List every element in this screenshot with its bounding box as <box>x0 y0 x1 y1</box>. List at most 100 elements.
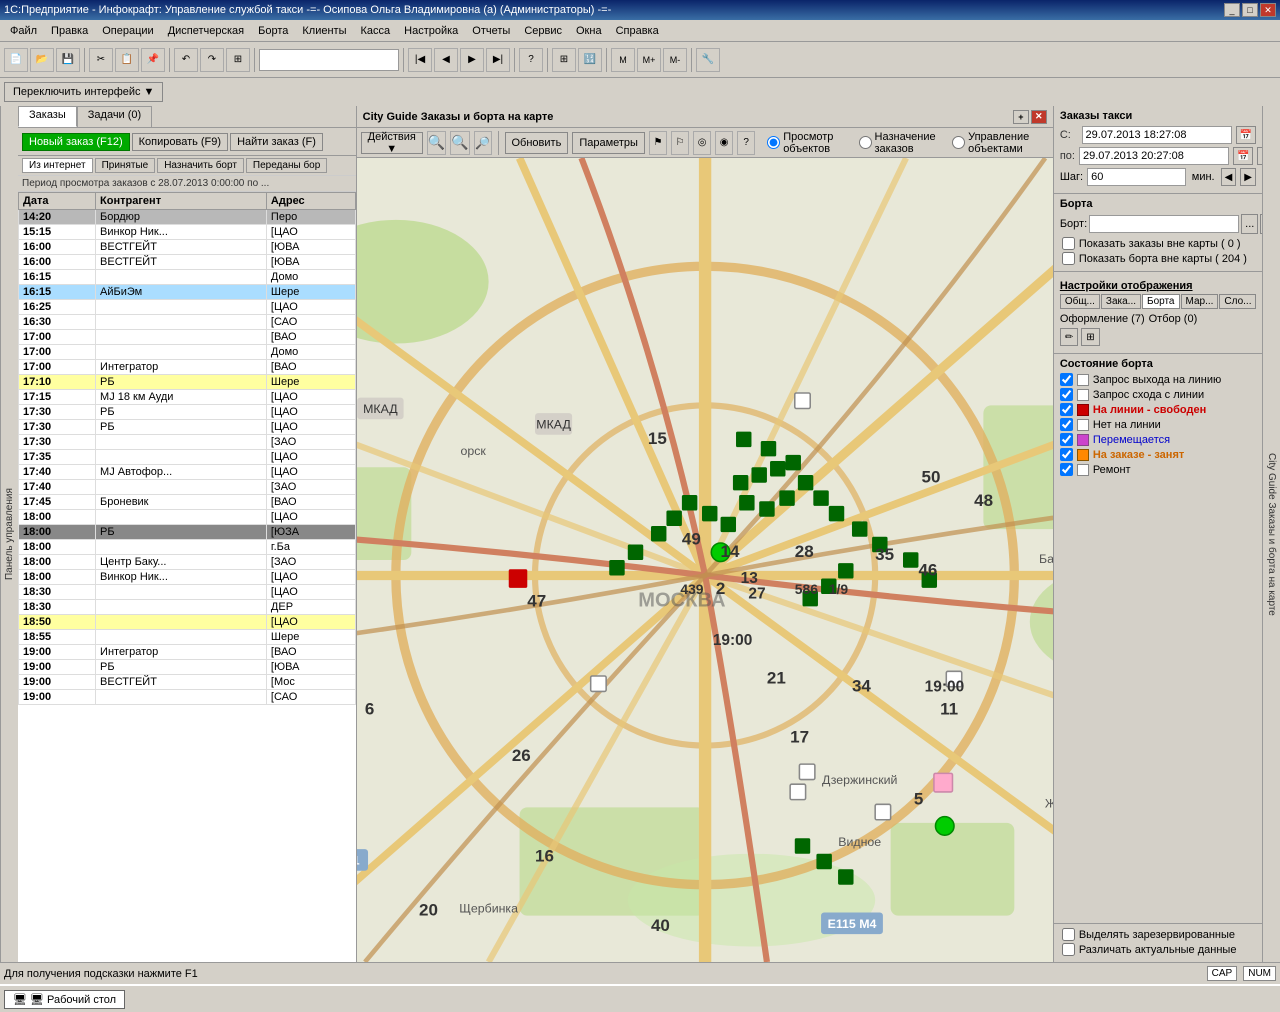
to-date-input[interactable] <box>1079 147 1229 165</box>
table-row[interactable]: 17:30РБ[ЦАО <box>19 405 356 420</box>
toolbar-new[interactable]: 📄 <box>4 48 28 72</box>
radio-assign[interactable]: Назначение заказов <box>859 131 945 155</box>
toolbar-help[interactable]: ? <box>519 48 543 72</box>
table-row[interactable]: 17:00Домо <box>19 345 356 360</box>
radio-manage[interactable]: Управление объектами <box>952 131 1049 155</box>
table-row[interactable]: 17:40[ЗАО <box>19 480 356 495</box>
sub-tab-accepted[interactable]: Принятые <box>95 158 156 173</box>
distinguish-actual-check[interactable] <box>1062 943 1075 956</box>
toolbar-redo[interactable]: ↷ <box>200 48 224 72</box>
menu-settings[interactable]: Настройка <box>398 23 464 39</box>
menu-boards[interactable]: Борта <box>252 23 294 39</box>
table-row[interactable]: 18:00г.Ба <box>19 540 356 555</box>
map-tool3[interactable]: ◎ <box>693 131 711 155</box>
toolbar-paste[interactable]: 📌 <box>141 48 165 72</box>
legend-check-4[interactable] <box>1060 433 1073 446</box>
table-row[interactable]: 19:00ВЕСТГЕЙТ[Мос <box>19 675 356 690</box>
col-date[interactable]: Дата <box>19 193 96 210</box>
actions-btn[interactable]: Действия ▼ <box>361 132 423 154</box>
disp-tab-orders[interactable]: Зака... <box>1101 294 1141 309</box>
order-table-container[interactable]: Дата Контрагент Адрес 14:20БордюрПеро15:… <box>18 192 356 962</box>
maximize-btn[interactable]: □ <box>1242 3 1258 17</box>
toolbar-open[interactable]: 📂 <box>30 48 54 72</box>
toolbar-nav4[interactable]: ▶| <box>486 48 510 72</box>
minimize-btn[interactable]: _ <box>1224 3 1240 17</box>
toolbar-m3[interactable]: M- <box>663 48 687 72</box>
toolbar-grid[interactable]: ⊞ <box>552 48 576 72</box>
table-row[interactable]: 19:00[САО <box>19 690 356 705</box>
menu-dispatch[interactable]: Диспетчерская <box>162 23 250 39</box>
sub-tab-assign[interactable]: Назначить борт <box>157 158 244 173</box>
edit-pencil-btn[interactable]: ✏ <box>1060 328 1078 346</box>
map-tool2[interactable]: ⚐ <box>671 131 689 155</box>
sub-tab-internet[interactable]: Из интернет <box>22 158 93 173</box>
table-row[interactable]: 16:00ВЕСТГЕЙТ[ЮВА <box>19 240 356 255</box>
table-row[interactable]: 18:30ДЕР <box>19 600 356 615</box>
toolbar-save[interactable]: 💾 <box>56 48 80 72</box>
find-order-btn[interactable]: Найти заказ (F) <box>230 133 323 151</box>
table-row[interactable]: 17:30РБ[ЦАО <box>19 420 356 435</box>
col-contractor[interactable]: Контрагент <box>96 193 267 210</box>
table-row[interactable]: 16:15Домо <box>19 270 356 285</box>
disp-tab-layers[interactable]: Сло... <box>1219 294 1256 309</box>
table-row[interactable]: 14:20БордюрПеро <box>19 210 356 225</box>
table-row[interactable]: 16:15АйБиЭмШере <box>19 285 356 300</box>
menu-windows[interactable]: Окна <box>570 23 608 39</box>
sub-tab-transferred[interactable]: Переданы бор <box>246 158 327 173</box>
table-row[interactable]: 17:10РБШере <box>19 375 356 390</box>
edit-table-btn[interactable]: ⊞ <box>1081 328 1099 346</box>
legend-check-6[interactable] <box>1060 463 1073 476</box>
step-prev-btn[interactable]: ◀ <box>1221 168 1237 186</box>
table-row[interactable]: 18:50[ЦАО <box>19 615 356 630</box>
map-plus-btn[interactable]: + <box>1013 110 1029 124</box>
table-row[interactable]: 18:00Центр Баку...[ЗАО <box>19 555 356 570</box>
table-row[interactable]: 17:30[ЗАО <box>19 435 356 450</box>
table-row[interactable]: 19:00РБ[ЮВА <box>19 660 356 675</box>
close-btn[interactable]: ✕ <box>1260 3 1276 17</box>
legend-check-5[interactable] <box>1060 448 1073 461</box>
table-row[interactable]: 18:00[ЦАО <box>19 510 356 525</box>
legend-check-3[interactable] <box>1060 418 1073 431</box>
menu-operations[interactable]: Операции <box>96 23 159 39</box>
map-zoom-out[interactable]: 🔍 <box>450 131 469 155</box>
menu-service[interactable]: Сервис <box>518 23 568 39</box>
menu-help[interactable]: Справка <box>610 23 665 39</box>
toolbar-search-input[interactable] <box>259 49 399 71</box>
legend-check-1[interactable] <box>1060 388 1073 401</box>
toolbar-nav2[interactable]: ◀ <box>434 48 458 72</box>
bort-input[interactable] <box>1089 215 1239 233</box>
disp-tab-general[interactable]: Общ... <box>1060 294 1100 309</box>
map-close-btn[interactable]: ✕ <box>1031 110 1047 124</box>
table-row[interactable]: 17:00Интегратор[ВАО <box>19 360 356 375</box>
toolbar-copy[interactable]: 📋 <box>115 48 139 72</box>
from-calendar-btn[interactable]: 📅 <box>1236 126 1256 144</box>
from-date-input[interactable] <box>1082 126 1232 144</box>
table-row[interactable]: 18:55Шере <box>19 630 356 645</box>
menu-file[interactable]: Файл <box>4 23 43 39</box>
toolbar-undo[interactable]: ↶ <box>174 48 198 72</box>
toolbar-calc[interactable]: 🔢 <box>578 48 602 72</box>
disp-tab-routes[interactable]: Мар... <box>1181 294 1219 309</box>
table-row[interactable]: 16:00ВЕСТГЕЙТ[ЮВА <box>19 255 356 270</box>
radio-assign-input[interactable] <box>859 136 872 149</box>
toolbar-wrench[interactable]: 🔧 <box>696 48 720 72</box>
map-tool4[interactable]: ◉ <box>715 131 733 155</box>
show-orders-outside-check[interactable] <box>1062 237 1075 250</box>
switch-interface-btn[interactable]: Переключить интерфейс ▼ <box>4 82 163 102</box>
toolbar-cut[interactable]: ✂ <box>89 48 113 72</box>
table-row[interactable]: 18:00Винкор Ник...[ЦАО <box>19 570 356 585</box>
table-row[interactable]: 17:40MJ Автофор...[ЦАО <box>19 465 356 480</box>
step-next-btn[interactable]: ▶ <box>1240 168 1256 186</box>
col-address[interactable]: Адрес <box>266 193 355 210</box>
menu-clients[interactable]: Клиенты <box>296 23 352 39</box>
map-search[interactable]: 🔎 <box>474 131 492 155</box>
highlight-reserved-check[interactable] <box>1062 928 1075 941</box>
disp-tab-boards[interactable]: Борта <box>1142 294 1180 309</box>
table-row[interactable]: 19:00Интегратор[ВАО <box>19 645 356 660</box>
show-borta-outside-check[interactable] <box>1062 252 1075 265</box>
menu-edit[interactable]: Правка <box>45 23 94 39</box>
toolbar-m2[interactable]: M+ <box>637 48 661 72</box>
toolbar-nav1[interactable]: |◀ <box>408 48 432 72</box>
legend-check-2[interactable] <box>1060 403 1073 416</box>
menu-cashier[interactable]: Касса <box>354 23 396 39</box>
